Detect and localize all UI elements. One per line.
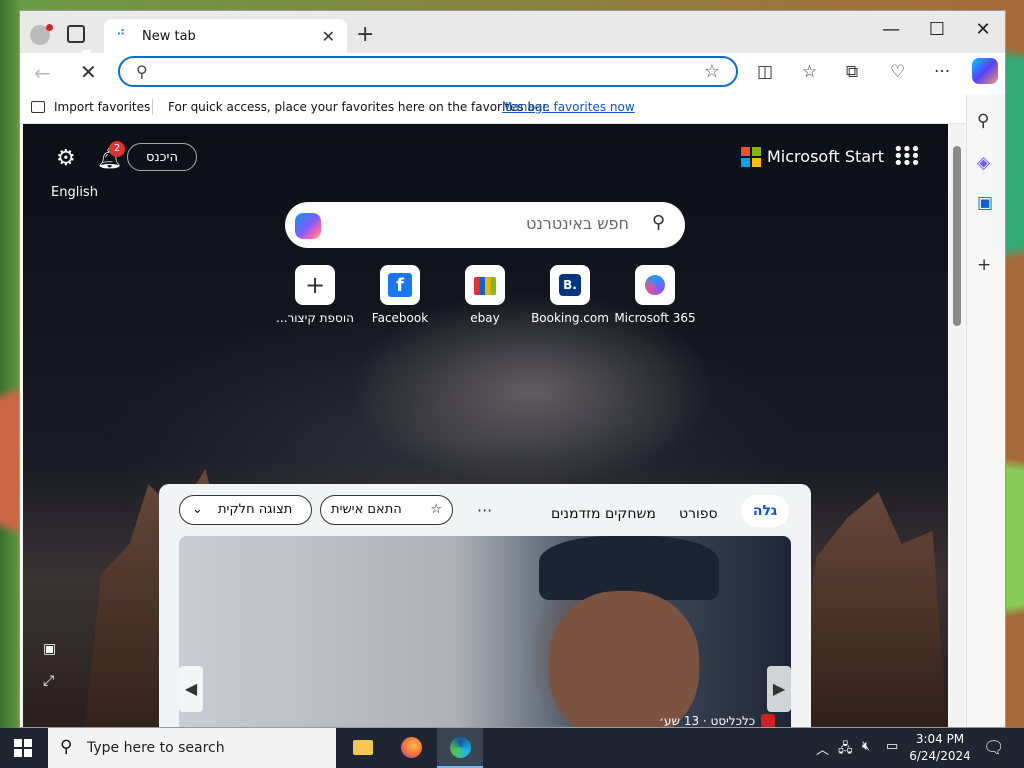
close-window-button[interactable]: ✕ <box>963 19 1003 47</box>
app-launcher-grid-icon[interactable]: ••• ••• ••• <box>893 141 921 173</box>
browser-toolbar: ← ✕ ⚲ ☆ ◫ ☆ ⧉ ♡ ··· <box>20 53 1005 95</box>
clock-date: 6/24/2024 <box>909 749 971 763</box>
page-scrollbar[interactable] <box>950 124 964 727</box>
microsoft-365-icon <box>635 265 675 305</box>
show-hidden-icons-chevron-icon[interactable]: ︿ <box>816 739 829 758</box>
favorites-hint-text: For quick access, place your favorites h… <box>168 100 551 114</box>
firefox-icon[interactable] <box>388 728 434 768</box>
web-search-box[interactable]: חפש באינטרנט ⚲ <box>285 202 685 248</box>
quicklink-label: ...הוספת קיצור <box>276 311 354 325</box>
hero-image-person <box>549 591 699 727</box>
taskbar-clock[interactable]: 3:04 PM 6/24/2024 <box>906 731 974 765</box>
plus-icon: + <box>295 265 335 305</box>
display-mode-dropdown[interactable]: ⌄ תצוגה חלקית <box>179 495 312 525</box>
facebook-icon: f <box>380 265 420 305</box>
microsoft-start-brand[interactable]: Microsoft Start <box>767 147 884 166</box>
maximize-button[interactable]: ☐ <box>917 19 957 47</box>
taskbar-search-placeholder: Type here to search <box>87 740 225 756</box>
personalize-button[interactable]: התאם אישית ☆ <box>320 495 453 525</box>
search-icon[interactable]: ⚲ <box>977 111 989 131</box>
expand-arrows-icon[interactable]: ⤢ <box>43 673 54 689</box>
quicklink-ebay[interactable]: ebay <box>440 265 530 325</box>
quicklink-facebook[interactable]: f Facebook <box>355 265 445 325</box>
hero-news-card[interactable]: ◀ ▶ כלכליסט · 13 שע׳ <box>179 536 791 728</box>
background-image-icon[interactable]: ▣ <box>43 641 56 657</box>
split-screen-icon[interactable]: ◫ <box>757 62 773 82</box>
address-bar[interactable]: ⚲ ☆ <box>118 56 738 87</box>
chevron-down-icon: ⌄ <box>192 502 203 517</box>
manage-favorites-link[interactable]: Manage favorites now <box>502 100 635 114</box>
mouse-pointer <box>82 50 92 68</box>
quicklink-booking[interactable]: B. Booking.com <box>525 265 615 325</box>
personalize-star-icon: ☆ <box>430 502 442 517</box>
favorites-divider <box>152 99 153 115</box>
volume-muted-icon[interactable]: 🔇︎ <box>862 739 870 754</box>
tab-actions-menu-icon[interactable] <box>67 25 85 43</box>
quicklink-label: ebay <box>470 311 500 325</box>
tab-close-icon[interactable]: ✕ <box>322 27 335 46</box>
browser-window: ⠚ New tab ✕ + — ☐ ✕ ← ✕ ⚲ ☆ ◫ ☆ ⧉ ♡ ··· … <box>19 10 1006 728</box>
taskbar-search-box[interactable]: ⚲ Type here to search <box>48 728 336 768</box>
more-options-icon[interactable]: ··· <box>477 501 492 520</box>
language-link[interactable]: English <box>51 185 98 200</box>
clock-time: 3:04 PM <box>915 732 965 746</box>
minimize-button[interactable]: — <box>871 19 911 47</box>
import-favorites-button[interactable]: Import favorites <box>54 100 150 114</box>
edge-sidebar: ⚲ ◈ ▣ + <box>966 95 1005 727</box>
import-favorites-icon[interactable] <box>31 101 45 113</box>
file-explorer-icon[interactable] <box>340 728 386 768</box>
search-placeholder: חפש באינטרנט <box>526 214 629 233</box>
new-tab-plus-icon[interactable]: + <box>356 22 374 47</box>
microsoft-365-icon[interactable]: ◈ <box>977 153 990 173</box>
hero-source-label: כלכליסט · 13 שע׳ <box>659 714 756 728</box>
gear-icon[interactable]: ⚙ <box>56 146 76 171</box>
search-icon: ⚲ <box>136 62 148 81</box>
tab-casual-games[interactable]: משחקים מזדמנים <box>551 506 656 522</box>
quicklink-microsoft-365[interactable]: Microsoft 365 <box>610 265 700 325</box>
favorites-bar: Import favorites For quick access, place… <box>20 95 1005 124</box>
news-feed: ⌄ תצוגה חלקית התאם אישית ☆ ··· משחקים מז… <box>159 484 811 728</box>
source-logo-icon <box>761 714 775 727</box>
notification-center-icon[interactable]: 🗨︎ <box>983 738 1005 758</box>
copilot-icon[interactable] <box>972 58 998 84</box>
search-icon: ⚲ <box>60 737 73 757</box>
carousel-next-arrow-icon[interactable]: ▶ <box>767 666 791 712</box>
tab-title: New tab <box>142 29 196 44</box>
quicklink-label: Booking.com <box>531 311 609 325</box>
edge-browser-icon[interactable] <box>437 728 483 768</box>
display-icon[interactable]: ▭ <box>886 739 898 754</box>
carousel-prev-arrow-icon[interactable]: ◀ <box>179 666 203 712</box>
windows-start-icon[interactable] <box>14 739 32 757</box>
display-mode-label: תצוגה חלקית <box>218 502 293 517</box>
copilot-icon[interactable] <box>295 213 321 239</box>
sign-in-button[interactable]: היכנס <box>127 143 197 171</box>
tab-discover[interactable]: גלה <box>741 495 789 527</box>
quicklink-add-shortcut[interactable]: + ...הוספת קיצור <box>270 265 360 325</box>
tab-sport[interactable]: ספורט <box>679 506 718 522</box>
favorites-list-icon[interactable]: ☆ <box>802 62 817 82</box>
settings-more-icon[interactable]: ··· <box>934 62 950 82</box>
new-tab-favicon-icon: ⠚ <box>116 28 126 43</box>
personalize-label: התאם אישית <box>331 502 402 517</box>
booking-icon: B. <box>550 265 590 305</box>
search-icon[interactable]: ⚲ <box>652 212 665 233</box>
network-icon[interactable]: 🖧︎ <box>838 739 853 761</box>
tab-new-tab[interactable]: ⠚ New tab ✕ <box>104 19 347 53</box>
quicklink-label: Microsoft 365 <box>614 311 696 325</box>
browser-essentials-icon[interactable]: ♡ <box>890 62 905 82</box>
scrollbar-thumb[interactable] <box>953 146 961 326</box>
favorite-star-icon[interactable]: ☆ <box>704 61 720 82</box>
microsoft-logo-icon <box>741 147 761 167</box>
quicklink-label: Facebook <box>371 311 429 325</box>
title-bar: ⠚ New tab ✕ + — ☐ ✕ <box>20 11 1005 53</box>
profile-status-dot <box>46 24 53 31</box>
collections-icon[interactable]: ⧉ <box>846 62 858 82</box>
add-sidebar-app-icon[interactable]: + <box>977 255 991 275</box>
windows-taskbar: ⚲ Type here to search ︿ 🖧︎ 🔇︎ ▭ 3:04 PM … <box>0 728 1024 768</box>
new-tab-page: ⚙ 🔔︎ 2 היכנס English Microsoft Start •••… <box>23 124 948 728</box>
ebay-icon <box>465 265 505 305</box>
back-arrow-icon[interactable]: ← <box>34 61 51 85</box>
notification-badge: 2 <box>109 141 125 157</box>
outlook-icon[interactable]: ▣ <box>977 193 993 213</box>
